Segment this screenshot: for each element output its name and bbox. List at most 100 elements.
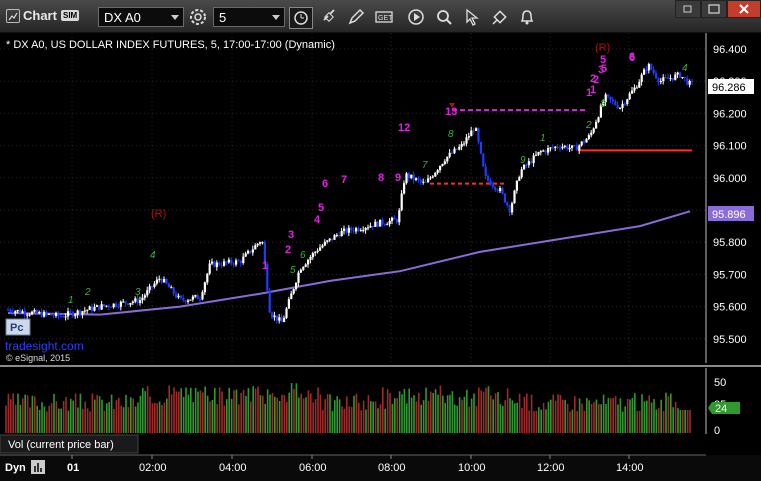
price-bar-body <box>513 190 516 204</box>
price-bar-body <box>547 148 550 153</box>
pc-button[interactable]: Pc <box>5 318 31 336</box>
volume-bar <box>127 407 130 433</box>
price-bar-body <box>544 150 547 153</box>
volume-bar <box>662 411 665 433</box>
price-bar-body <box>597 117 600 123</box>
price-bar-body <box>419 179 422 182</box>
chart-area[interactable]: 96.40096.30096.20096.10096.00095.90095.8… <box>0 33 761 481</box>
price-bar-body <box>455 148 458 150</box>
volume-bar <box>209 401 211 433</box>
volume-bar <box>276 397 278 433</box>
price-bar-body <box>143 295 146 298</box>
price-bar-body <box>311 253 314 258</box>
volume-bar <box>538 407 540 433</box>
price-bar-body <box>23 311 26 315</box>
volume-bar <box>605 403 607 433</box>
price-bar-body <box>595 122 598 129</box>
price-bar-body <box>451 152 454 154</box>
price-tick-label: 96.100 <box>713 141 747 153</box>
play-icon[interactable] <box>405 7 427 27</box>
volume-bar <box>689 409 691 433</box>
volume-bar <box>206 395 209 433</box>
dynamic-mode-icon[interactable] <box>31 460 45 474</box>
price-bar-body <box>93 306 96 311</box>
volume-bar <box>670 393 672 433</box>
price-bar-body <box>650 64 653 70</box>
price-bar-body <box>674 74 677 80</box>
price-bar-body <box>280 317 283 322</box>
chevron-down-icon <box>171 15 179 20</box>
volume-bar <box>264 403 266 433</box>
volume-bar <box>588 400 590 433</box>
volume-bar <box>130 397 132 433</box>
volume-bar <box>202 392 204 433</box>
price-bar-body <box>383 224 386 226</box>
price-bar-body <box>11 311 14 314</box>
price-bar-body <box>271 312 274 318</box>
volume-bar <box>509 398 511 433</box>
price-bar-body <box>407 173 410 179</box>
volume-bar <box>115 400 118 433</box>
volume-bar <box>590 403 593 433</box>
drawing-tool-icon[interactable] <box>489 7 511 27</box>
volume-bar <box>257 386 259 433</box>
volume-bar <box>622 411 624 433</box>
price-bar-body <box>679 72 682 78</box>
volume-bar <box>394 398 396 433</box>
price-bar-body <box>484 166 487 177</box>
price-bar-body <box>355 228 358 232</box>
volume-bar <box>187 394 190 433</box>
price-bar-body <box>170 287 173 289</box>
volume-bar <box>58 408 60 433</box>
volume-bar <box>82 408 84 433</box>
price-bar-body <box>105 305 108 307</box>
interval-select[interactable]: 5 <box>213 7 285 27</box>
volume-bar <box>562 399 564 433</box>
volume-bar <box>634 393 636 433</box>
link-icon[interactable] <box>318 7 340 27</box>
close-button[interactable] <box>727 0 761 18</box>
volume-bar <box>271 393 274 433</box>
volume-bar <box>614 396 617 433</box>
get-quote-icon[interactable]: GET <box>373 7 395 27</box>
bell-icon[interactable] <box>516 7 538 27</box>
price-bar-body <box>223 261 226 266</box>
volume-bar <box>240 392 242 433</box>
interval-settings-icon[interactable] <box>187 7 209 27</box>
volume-bar <box>216 404 218 433</box>
cursor-icon[interactable] <box>461 7 483 27</box>
price-bar-body <box>640 74 643 82</box>
symbol-input[interactable]: DX A0 <box>98 7 184 27</box>
volume-bar <box>535 410 538 433</box>
price-bar-body <box>292 289 295 294</box>
price-bar-body <box>141 297 144 301</box>
volume-bar <box>149 396 151 433</box>
volume-bar <box>302 398 305 433</box>
volume-bar <box>338 399 341 433</box>
price-bar-body <box>386 224 389 226</box>
volume-bar <box>487 386 490 433</box>
price-bar-body <box>201 292 204 300</box>
volume-bar <box>557 394 559 433</box>
restore-button[interactable] <box>675 0 701 18</box>
magnifier-icon[interactable] <box>433 7 455 27</box>
volume-bar <box>79 393 82 433</box>
price-bar-body <box>278 317 281 321</box>
volume-bar <box>221 391 223 433</box>
maximize-button[interactable] <box>701 0 727 18</box>
volume-bar <box>146 386 149 433</box>
volume-bar <box>254 388 257 433</box>
volume-bar <box>228 387 230 433</box>
price-bar-body <box>321 245 324 248</box>
volume-bar <box>437 394 439 433</box>
volume-bar <box>62 400 65 433</box>
time-template-icon[interactable] <box>289 7 313 29</box>
volume-bar <box>574 396 576 433</box>
volume-bar <box>305 397 307 433</box>
price-bar-body <box>477 128 480 142</box>
volume-bar <box>533 411 535 433</box>
price-bar-body <box>616 104 619 108</box>
volume-bar <box>72 400 74 433</box>
dynamic-mode-label[interactable]: Dyn <box>5 462 26 474</box>
pencil-icon[interactable] <box>345 7 367 27</box>
